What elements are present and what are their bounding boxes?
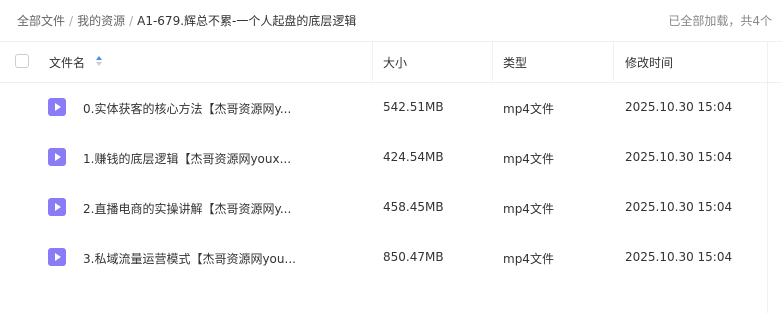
file-type: mp4文件 [503, 202, 554, 216]
video-file-icon [48, 248, 66, 266]
file-modified: 2025.10.30 15:04 [625, 100, 733, 114]
breadcrumb: 全部文件 / 我的资源 / A1-679.辉总不累-一个人起盘的底层逻辑 [17, 12, 356, 29]
breadcrumb-separator: / [129, 14, 134, 28]
column-header-name[interactable]: 文件名 [49, 54, 85, 71]
breadcrumb-my-resources[interactable]: 我的资源 [77, 14, 125, 28]
file-size: 542.51MB [383, 100, 444, 114]
column-divider [492, 41, 493, 81]
file-size: 458.45MB [383, 200, 444, 214]
breadcrumb-separator: / [69, 14, 74, 28]
file-modified: 2025.10.30 15:04 [625, 200, 733, 214]
file-name[interactable]: 0.实体获客的核心方法【杰哥资源网y... [83, 100, 291, 117]
video-file-icon [48, 148, 66, 166]
file-name[interactable]: 3.私域流量运营模式【杰哥资源网you... [83, 250, 296, 267]
sort-icon[interactable] [95, 55, 103, 67]
load-status: 已全部加载，共4个 [668, 14, 772, 28]
scrollbar-track[interactable] [767, 41, 768, 313]
file-modified: 2025.10.30 15:04 [625, 150, 733, 164]
file-size: 424.54MB [383, 150, 444, 164]
breadcrumb-all-files[interactable]: 全部文件 [17, 14, 65, 28]
column-divider [613, 41, 614, 81]
breadcrumb-current-folder: A1-679.辉总不累-一个人起盘的底层逻辑 [137, 14, 357, 28]
file-type: mp4文件 [503, 152, 554, 166]
file-size: 850.47MB [383, 250, 444, 264]
video-file-icon [48, 198, 66, 216]
column-divider [372, 41, 373, 81]
top-bar: 全部文件 / 我的资源 / A1-679.辉总不累-一个人起盘的底层逻辑 已全部加载，共… [0, 0, 782, 40]
file-name[interactable]: 1.赚钱的底层逻辑【杰哥资源网youx... [83, 150, 291, 167]
column-header-modified[interactable]: 修改时间 [625, 54, 673, 71]
file-modified: 2025.10.30 15:04 [625, 250, 733, 264]
select-all-checkbox[interactable] [15, 54, 29, 68]
file-type: mp4文件 [503, 102, 554, 116]
file-type: mp4文件 [503, 252, 554, 266]
column-header-type[interactable]: 类型 [503, 54, 527, 71]
column-header-size[interactable]: 大小 [383, 54, 407, 71]
file-name[interactable]: 2.直播电商的实操讲解【杰哥资源网y... [83, 200, 291, 217]
video-file-icon [48, 98, 66, 116]
